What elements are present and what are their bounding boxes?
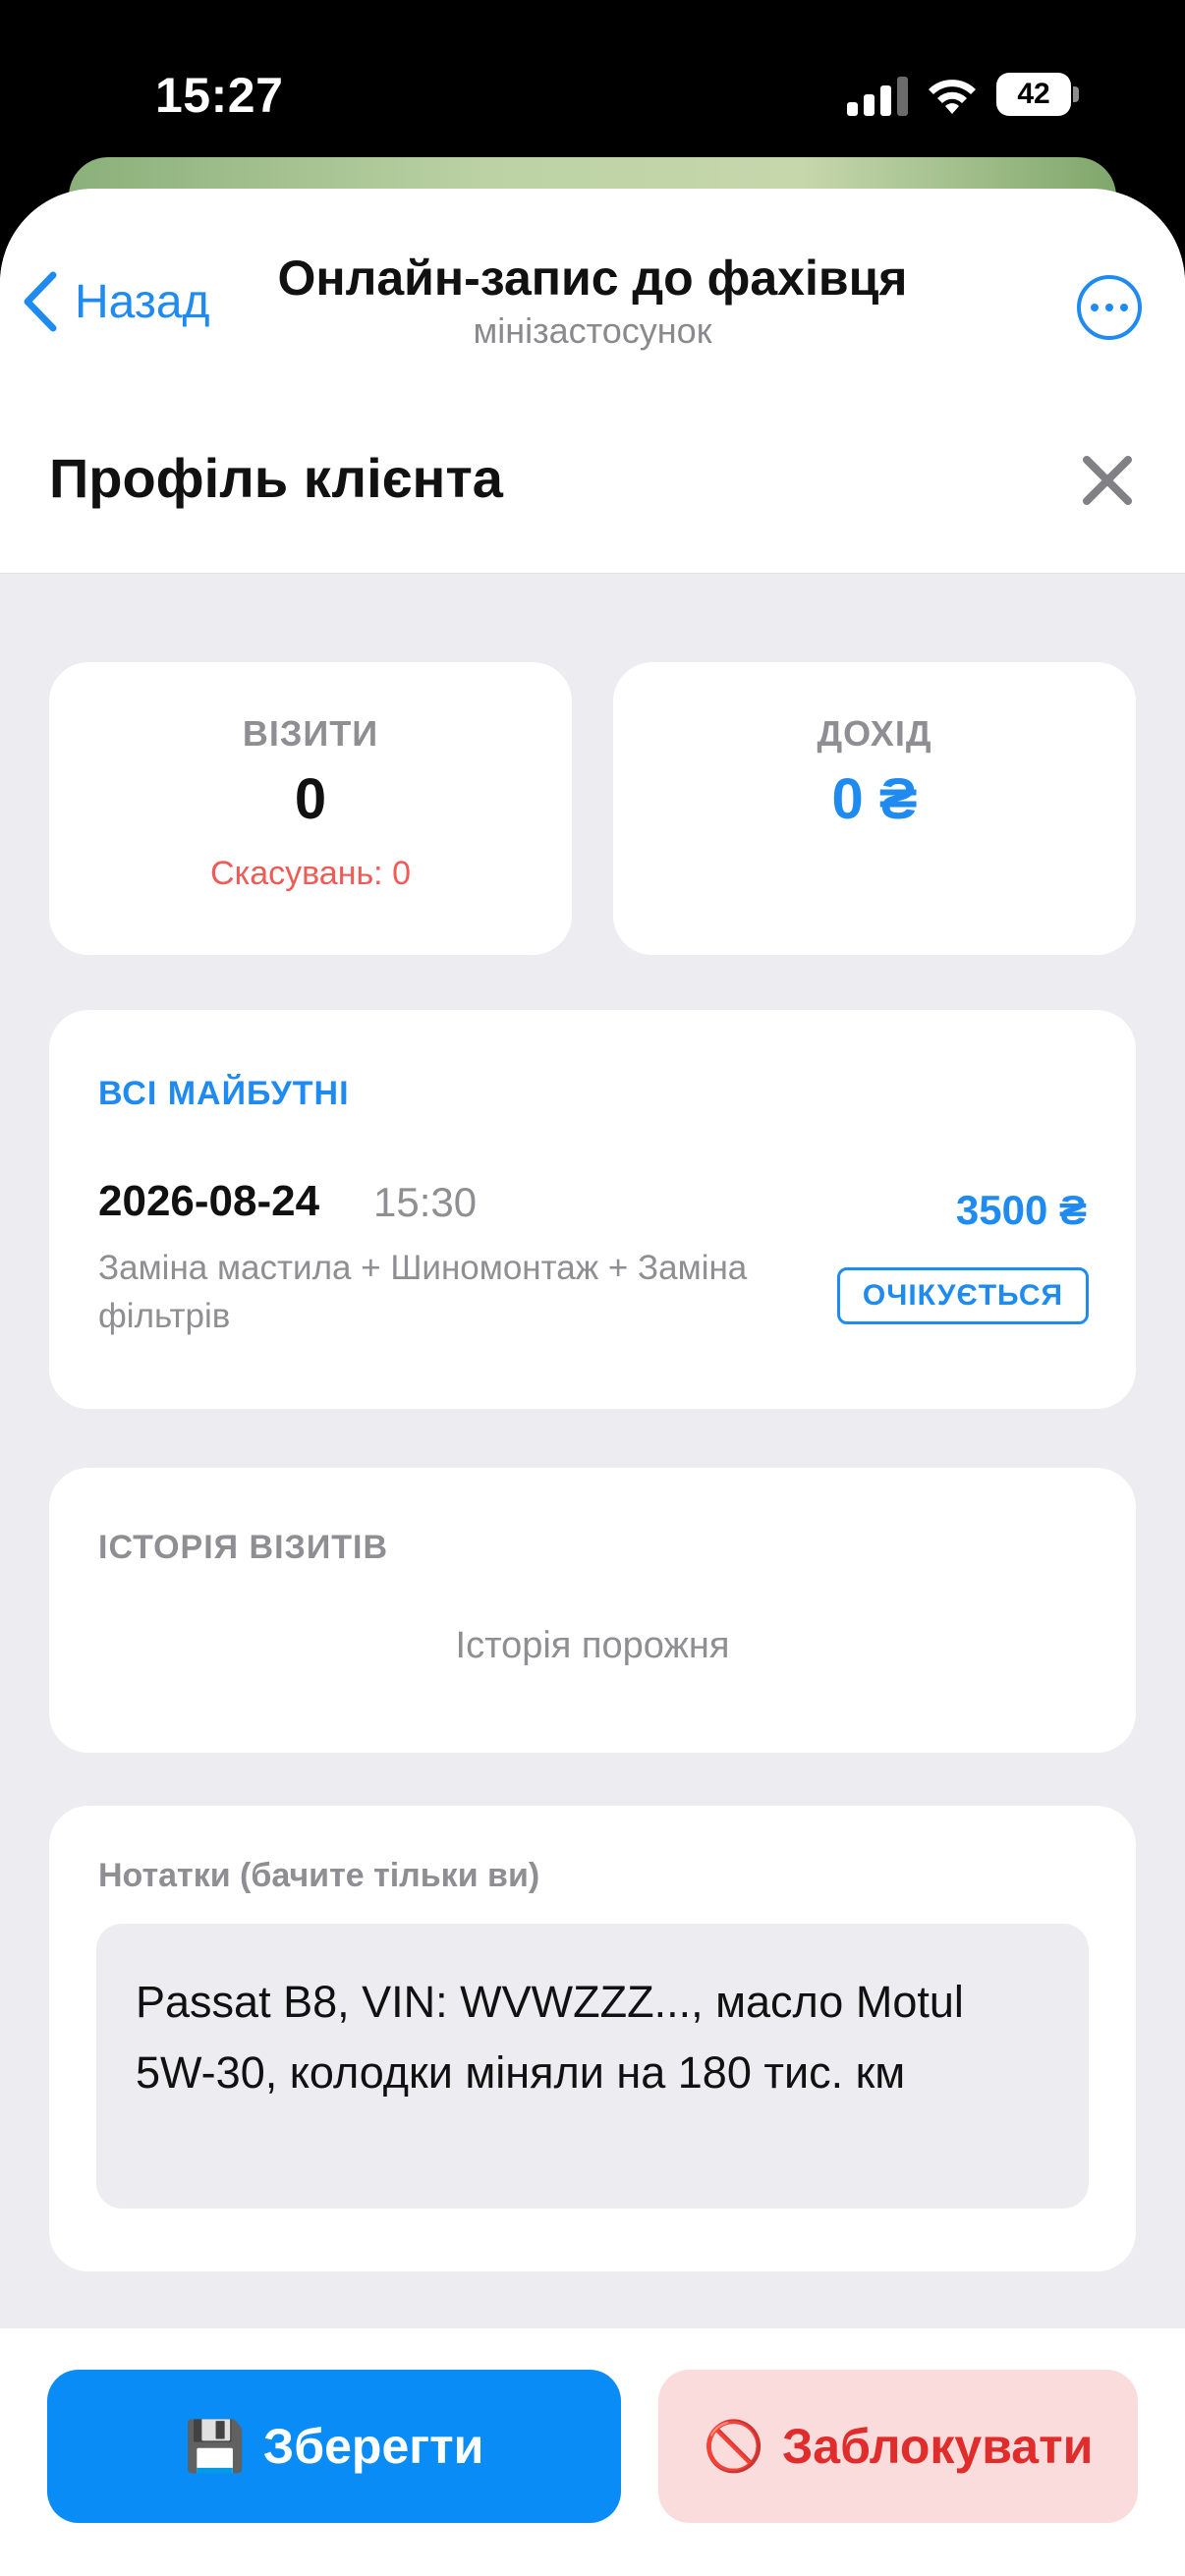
upcoming-appointments-card: ВСІ МАЙБУТНІ 2026-08-24 15:30 Заміна мас…	[49, 1010, 1136, 1409]
wifi-icon	[929, 80, 976, 114]
mini-app-sheet: Назад Онлайн-запис до фахівця мінізастос…	[0, 189, 1185, 2576]
ellipsis-icon	[1091, 304, 1099, 311]
appointment-time: 15:30	[373, 1179, 478, 1225]
history-section-title: ІСТОРІЯ ВІЗИТІВ	[98, 1529, 389, 1566]
appointment-price: 3500 ₴	[955, 1187, 1087, 1233]
visit-history-card: ІСТОРІЯ ВІЗИТІВ Історія порожня	[49, 1468, 1136, 1753]
income-value: 0 ₴	[831, 767, 918, 831]
notes-textarea[interactable]: Passat B8, VIN: WVWZZZ..., масло Motul 5…	[96, 1924, 1089, 2209]
profile-info-card	[49, 513, 1136, 560]
status-badge: ОЧІКУЄТЬСЯ	[837, 1267, 1089, 1324]
battery-icon: 42	[996, 73, 1079, 116]
visits-stat-card: ВІЗИТИ 0 Скасувань: 0	[49, 662, 572, 955]
notes-label: Нотатки (бачите тільки ви)	[98, 1857, 540, 1894]
history-empty-text: Історія порожня	[455, 1625, 730, 1666]
appointment-date: 2026-08-24	[98, 1177, 320, 1225]
save-button-label: Зберегти	[262, 2419, 484, 2474]
block-button[interactable]: 🚫 Заблокувати	[658, 2370, 1138, 2523]
status-time: 15:27	[155, 68, 284, 123]
save-button[interactable]: 💾 Зберегти	[47, 2370, 621, 2523]
appointment-services: Заміна мастила + Шиномонтаж + Заміна філ…	[98, 1249, 748, 1335]
income-label: ДОХІД	[817, 713, 932, 754]
cancellations-count: Скасувань: 0	[210, 855, 411, 892]
app-subtitle: мінізастосунок	[473, 310, 712, 351]
app-title: Онлайн-запис до фахівця	[277, 251, 908, 306]
upcoming-section-title: ВСІ МАЙБУТНІ	[98, 1075, 350, 1112]
more-options-button[interactable]	[1077, 275, 1142, 340]
cellular-signal-icon	[847, 77, 908, 116]
close-icon[interactable]	[1079, 452, 1136, 509]
visits-value: 0	[294, 767, 327, 831]
floppy-disk-icon: 💾	[184, 2418, 246, 2474]
visits-label: ВІЗИТИ	[242, 713, 379, 754]
notes-card: Нотатки (бачите тільки ви) Passat B8, VI…	[49, 1806, 1136, 2271]
battery-level: 42	[996, 73, 1071, 116]
page-title: Профіль клієнта	[49, 447, 503, 509]
block-button-label: Заблокувати	[781, 2419, 1094, 2474]
income-stat-card: ДОХІД 0 ₴	[613, 662, 1136, 955]
prohibited-icon: 🚫	[703, 2418, 764, 2474]
action-bar: 💾 Зберегти 🚫 Заблокувати	[0, 2328, 1185, 2576]
